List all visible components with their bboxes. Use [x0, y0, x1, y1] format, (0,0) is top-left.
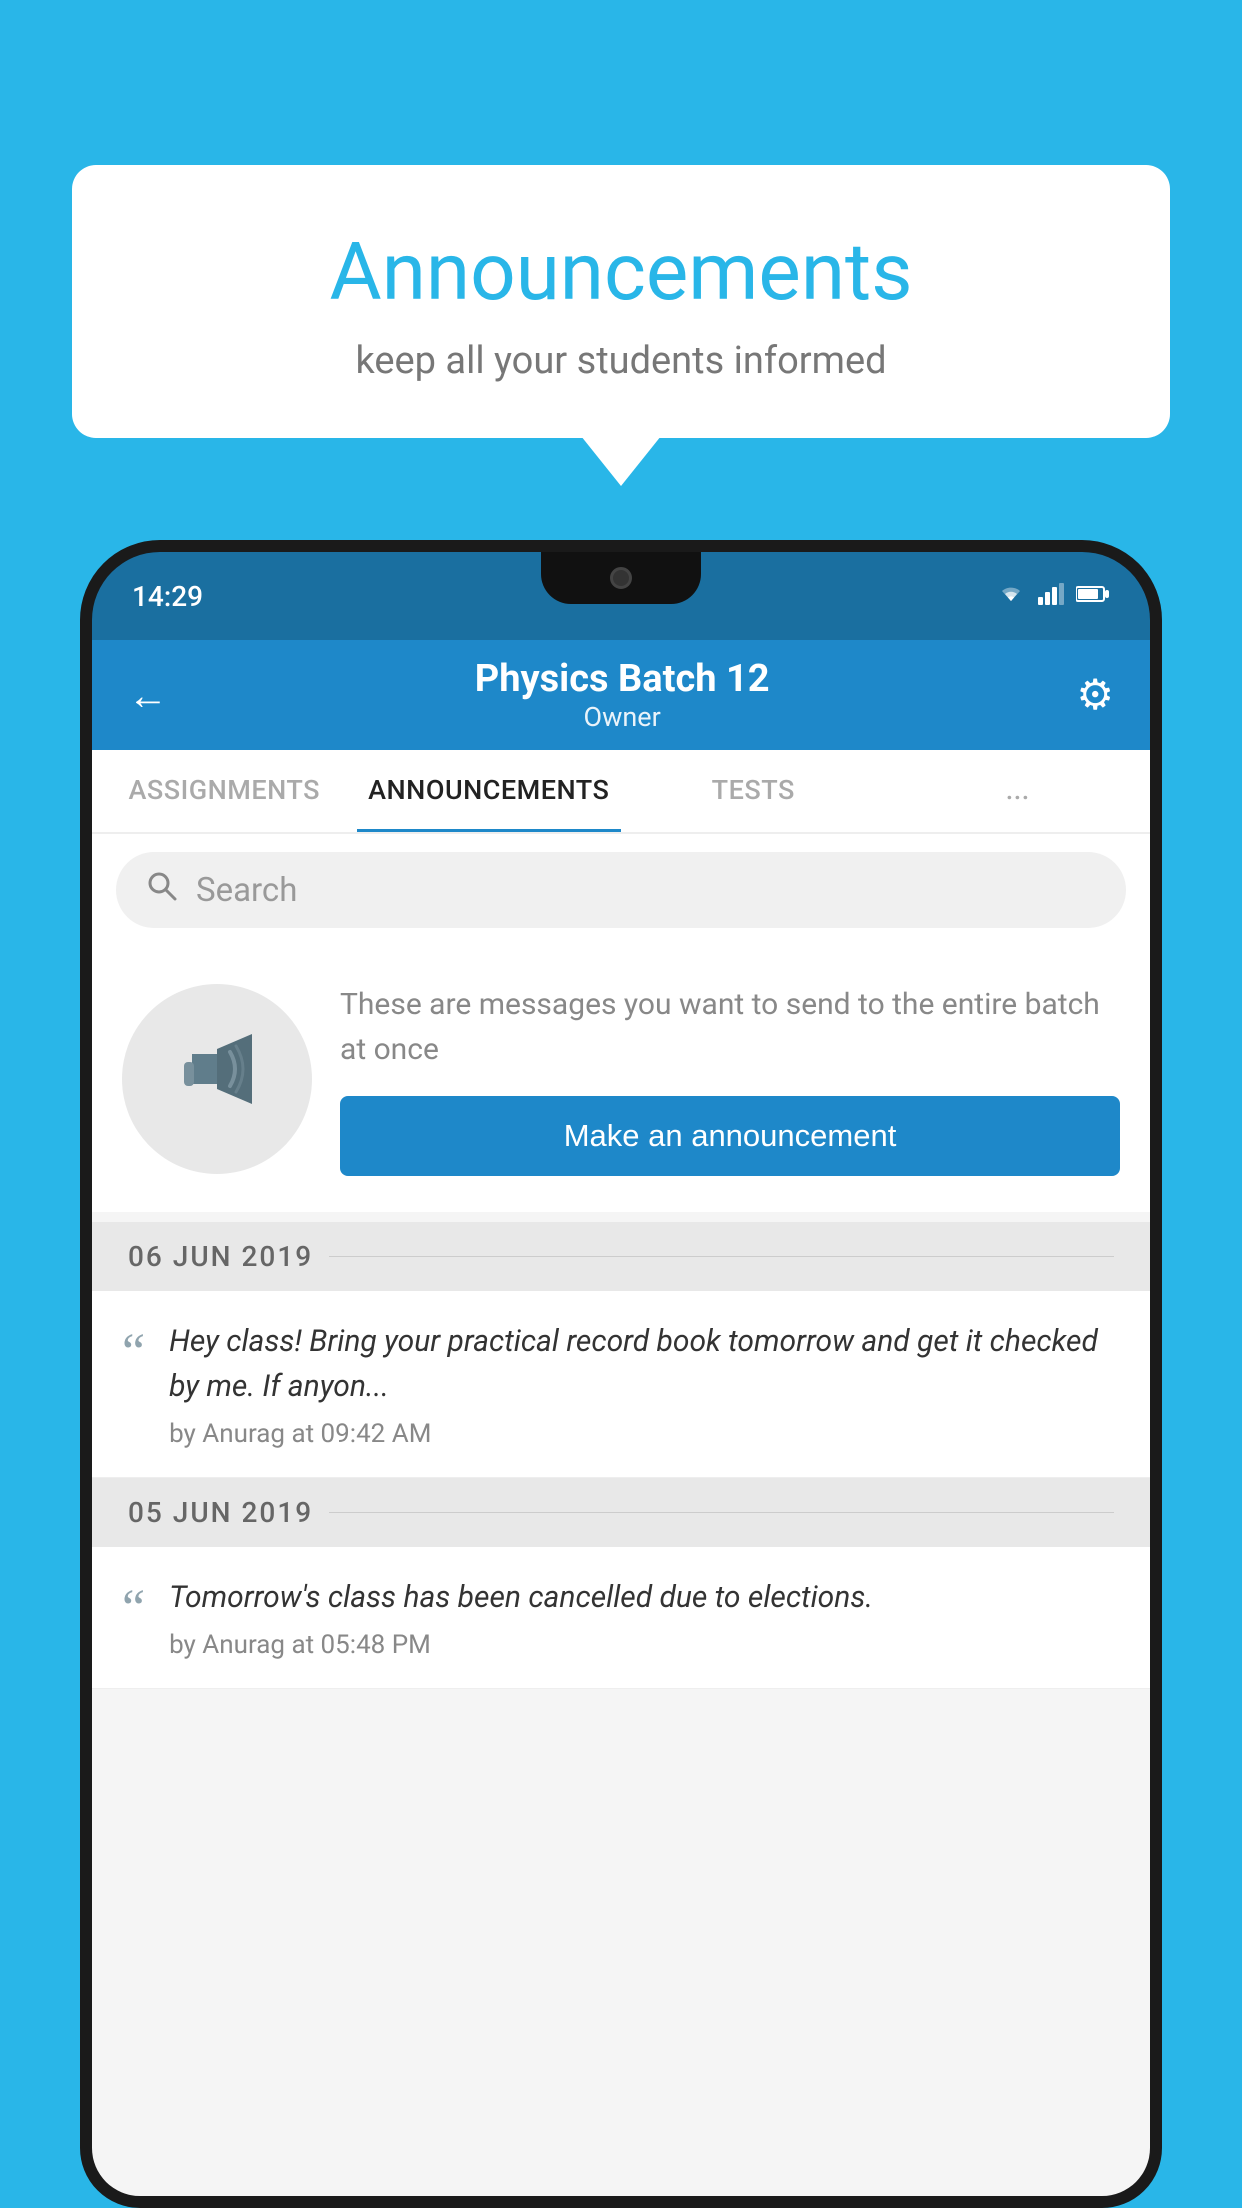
make-announcement-button[interactable]: Make an announcement — [340, 1096, 1120, 1176]
phone-content: Search These are — [92, 834, 1150, 2196]
signal-icon — [1038, 583, 1064, 609]
date-separator-2: 05 JUN 2019 — [92, 1478, 1150, 1547]
search-icon — [146, 870, 178, 911]
app-header: ← Physics Batch 12 Owner ⚙ — [92, 640, 1150, 750]
date-label-1: 06 JUN 2019 — [128, 1240, 313, 1273]
announcement-item-1[interactable]: “ Hey class! Bring your practical record… — [92, 1291, 1150, 1478]
date-line-1 — [329, 1256, 1114, 1257]
status-icons — [996, 583, 1110, 609]
megaphone-icon — [172, 1024, 262, 1134]
megaphone-circle — [122, 984, 312, 1174]
announcements-subtitle: keep all your students informed — [132, 339, 1110, 383]
header-title-area: Physics Batch 12 Owner — [475, 657, 770, 733]
announcement-text-2: Tomorrow's class has been cancelled due … — [169, 1575, 1120, 1660]
announcement-right: These are messages you want to send to t… — [340, 982, 1120, 1176]
status-time: 14:29 — [132, 580, 203, 613]
status-bar: 14:29 — [92, 552, 1150, 640]
tabs-bar: ASSIGNMENTS ANNOUNCEMENTS TESTS ... — [92, 750, 1150, 834]
tab-assignments[interactable]: ASSIGNMENTS — [92, 750, 357, 832]
speech-bubble-container: Announcements keep all your students inf… — [72, 165, 1170, 438]
back-button[interactable]: ← — [128, 672, 168, 719]
tab-announcements[interactable]: ANNOUNCEMENTS — [357, 750, 622, 832]
announcement-author-2: by Anurag at 05:48 PM — [169, 1630, 1120, 1660]
announcement-author-1: by Anurag at 09:42 AM — [169, 1419, 1120, 1449]
announcement-item-2[interactable]: “ Tomorrow's class has been cancelled du… — [92, 1547, 1150, 1689]
quote-icon-2: “ — [122, 1583, 145, 1635]
front-camera — [610, 567, 632, 589]
announcement-prompt: These are messages you want to send to t… — [92, 946, 1150, 1212]
search-placeholder: Search — [196, 871, 297, 910]
battery-icon — [1076, 585, 1110, 607]
search-bar[interactable]: Search — [116, 852, 1126, 928]
announcement-desc: These are messages you want to send to t… — [340, 982, 1120, 1072]
date-separator-1: 06 JUN 2019 — [92, 1222, 1150, 1291]
date-label-2: 05 JUN 2019 — [128, 1496, 313, 1529]
power-button — [1154, 812, 1162, 892]
owner-label: Owner — [475, 701, 770, 733]
silent-button — [80, 952, 88, 1032]
search-bar-wrapper: Search — [92, 834, 1150, 946]
volume-down-button — [80, 842, 88, 922]
announcement-message-1: Hey class! Bring your practical record b… — [169, 1319, 1120, 1409]
quote-icon-1: “ — [122, 1327, 145, 1379]
date-line-2 — [329, 1512, 1114, 1513]
batch-name: Physics Batch 12 — [475, 657, 770, 701]
settings-button[interactable]: ⚙ — [1076, 670, 1114, 720]
notch — [541, 552, 701, 604]
phone-frame: 14:29 — [80, 540, 1162, 2208]
volume-up-button — [80, 752, 88, 812]
speech-bubble: Announcements keep all your students inf… — [72, 165, 1170, 438]
announcement-message-2: Tomorrow's class has been cancelled due … — [169, 1575, 1120, 1620]
tab-more[interactable]: ... — [886, 750, 1151, 832]
tab-tests[interactable]: TESTS — [621, 750, 886, 832]
announcements-title: Announcements — [132, 225, 1110, 319]
announcement-text-1: Hey class! Bring your practical record b… — [169, 1319, 1120, 1449]
wifi-icon — [996, 583, 1026, 609]
